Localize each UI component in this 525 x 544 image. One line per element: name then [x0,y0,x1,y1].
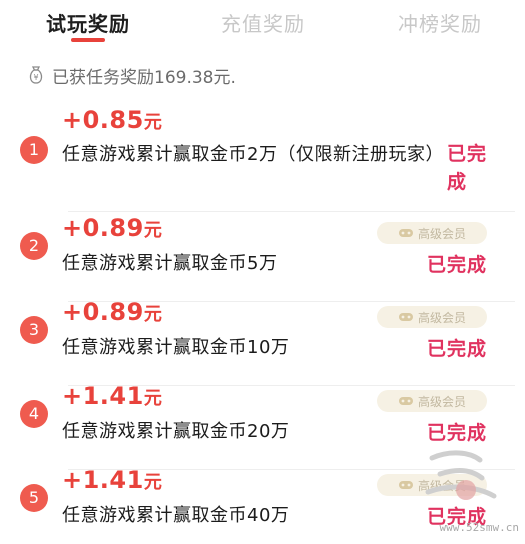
task-reward: +0.85元 [62,106,163,134]
task-reward: +0.89元 [62,214,163,242]
svg-text:¥: ¥ [33,73,38,82]
task-description: 任意游戏累计赢取金币20万 [62,421,290,442]
gamepad-icon [398,313,413,321]
task-status: 已完成 [426,338,487,360]
reward-summary: ¥ 已获任务奖励169.38元. [28,63,236,88]
tab-ranking-rewards[interactable]: 冲榜奖励 [398,8,482,37]
task-item-1: 1 +0.85元 任意游戏累计赢取金币2万（仅限新注册玩家） 已完成 [10,100,515,212]
task-description: 任意游戏累计赢取金币5万 [62,253,278,274]
gamepad-icon [398,229,413,237]
vip-badge: 高级会员 [377,222,487,244]
vip-badge: 高级会员 [377,306,487,328]
gamepad-icon [398,397,413,405]
task-index-badge: 4 [20,400,48,428]
money-bag-icon: ¥ [28,66,44,84]
task-description: 任意游戏累计赢取金币10万 [62,337,290,358]
task-index-badge: 2 [20,232,48,260]
task-reward: +1.41元 [62,466,163,494]
task-reward: +0.89元 [62,298,163,326]
tab-recharge-rewards[interactable]: 充值奖励 [221,8,305,37]
task-description: 任意游戏累计赢取金币2万（仅限新注册玩家） [62,144,444,165]
task-status: 已完成 [426,254,487,276]
tab-bar: 试玩奖励 充值奖励 冲榜奖励 [0,0,525,48]
task-reward: +1.41元 [62,382,163,410]
tab-trial-rewards[interactable]: 试玩奖励 [46,8,130,37]
active-tab-indicator [71,38,105,42]
watermark-url: www.52smw.cn [439,521,519,534]
task-item-3: 3 +0.89元 高级会员 任意游戏累计赢取金币10万 已完成 [10,296,515,386]
reward-summary-text: 已获任务奖励169.38元. [52,67,236,88]
task-description: 任意游戏累计赢取金币40万 [62,505,290,526]
task-status: 已完成 [447,143,488,193]
task-index-badge: 1 [20,136,48,164]
task-index-badge: 5 [20,484,48,512]
task-item-2: 2 +0.89元 高级会员 任意游戏累计赢取金币5万 已完成 [10,212,515,302]
task-index-badge: 3 [20,316,48,344]
vip-badge: 高级会员 [377,390,487,412]
